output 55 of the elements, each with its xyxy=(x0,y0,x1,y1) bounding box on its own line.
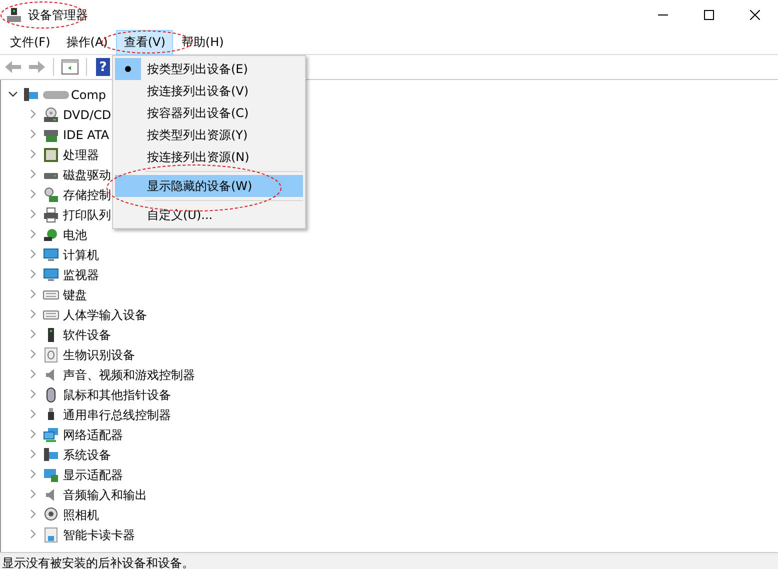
printer-icon xyxy=(43,207,59,223)
menu-item[interactable]: 查看(V) xyxy=(116,30,174,54)
network-icon xyxy=(43,427,59,443)
tree-item[interactable]: 键盘 xyxy=(63,286,87,304)
controller-card-icon xyxy=(43,127,59,143)
tree-item[interactable]: Comp xyxy=(71,88,106,102)
tree-item[interactable]: 照相机 xyxy=(63,506,99,524)
menu-option[interactable]: 按类型列出设备(E) xyxy=(115,58,303,80)
tree-item[interactable]: 网络适配器 xyxy=(63,426,123,444)
menu-option[interactable]: 自定义(U)... xyxy=(115,204,303,226)
tree-item[interactable]: 音频输入和输出 xyxy=(63,486,147,504)
tree-item[interactable]: 系统设备 xyxy=(63,446,111,464)
menu-option[interactable]: 显示隐藏的设备(W) xyxy=(115,175,303,197)
display-card-icon xyxy=(43,467,59,483)
tree-item[interactable]: 显示适配器 xyxy=(63,466,123,484)
tree-item[interactable]: 人体学输入设备 xyxy=(63,306,147,324)
tree-item[interactable]: 打印队列 xyxy=(63,206,111,224)
tree-item[interactable]: 电池 xyxy=(63,226,87,244)
disc-drive-icon xyxy=(43,107,59,123)
status-text: 显示没有被安装的后补设备和设备。 xyxy=(2,555,194,569)
tree-item[interactable]: 鼠标和其他指针设备 xyxy=(63,386,171,404)
tree-item[interactable]: 监视器 xyxy=(63,266,99,284)
storage-controller-icon xyxy=(43,187,59,203)
tree-item[interactable]: 智能卡读卡器 xyxy=(63,526,135,544)
menu-option[interactable]: 按容器列出设备(C) xyxy=(115,102,303,124)
menu-option[interactable]: 按连接列出资源(N) xyxy=(115,146,303,168)
battery-icon xyxy=(43,227,59,243)
close-icon xyxy=(750,10,760,20)
tree-item[interactable]: 计算机 xyxy=(63,246,99,264)
maximize-icon xyxy=(704,10,714,20)
tree-item[interactable]: 存储控制 xyxy=(63,186,111,204)
tree-item[interactable]: 声音、视频和游戏控制器 xyxy=(63,366,195,384)
monitor-icon xyxy=(43,267,59,283)
window-title: 设备管理器 xyxy=(28,6,88,24)
console-tree-button[interactable] xyxy=(59,57,81,77)
chip-icon xyxy=(43,147,59,163)
redacted-blur xyxy=(43,91,69,99)
webcam-icon xyxy=(43,507,59,523)
computer-icon xyxy=(43,447,59,463)
menu-option[interactable]: 按连接列出设备(V) xyxy=(115,80,303,102)
menu-item[interactable]: 文件(F) xyxy=(2,30,58,54)
tree-item[interactable]: 处理器 xyxy=(63,146,99,164)
fingerprint-icon xyxy=(43,347,59,363)
tree-item[interactable]: 通用串行总线控制器 xyxy=(63,406,171,424)
tree-item[interactable]: DVD/CD xyxy=(63,108,112,122)
tree-item[interactable]: 磁盘驱动 xyxy=(63,166,111,184)
tree-item[interactable]: IDE ATA xyxy=(63,128,110,142)
menu-option[interactable]: 按类型列出资源(Y) xyxy=(115,124,303,146)
computer-icon xyxy=(23,87,39,103)
monitor-icon xyxy=(43,247,59,263)
tree-item[interactable]: 生物识别设备 xyxy=(63,346,135,364)
computer-icon xyxy=(6,7,22,23)
tree-item[interactable]: 软件设备 xyxy=(63,326,111,344)
card-reader-icon xyxy=(43,527,59,543)
menu-item[interactable]: 操作(A) xyxy=(58,30,116,54)
